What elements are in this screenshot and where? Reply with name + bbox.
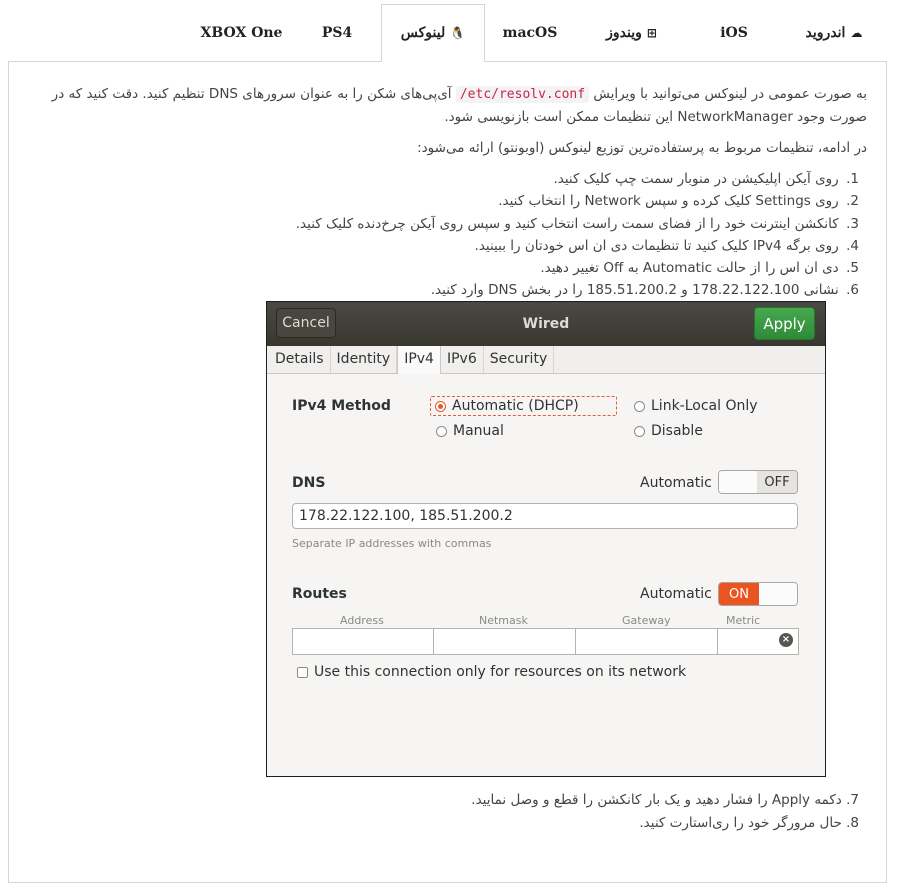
tab-label: iOS [720,24,748,41]
tab-ios[interactable]: iOS [683,4,790,61]
radio-icon [436,425,447,437]
window-titlebar: Cancel Wired Apply [267,302,825,346]
step-number: 6. [846,282,859,299]
tab-security[interactable]: Security [484,346,555,373]
only-resources-checkbox[interactable]: Use this connection only for resources o… [297,664,686,680]
routes-entry-row [292,628,799,655]
checkbox-icon [297,666,308,678]
route-address-input[interactable] [292,628,434,655]
method-manual-radio[interactable]: Manual [436,423,504,439]
step-text: دکمه Apply را فشار دهید و یک بار کانکشن … [471,792,842,808]
column-header-gateway: Gateway [622,614,671,627]
list-item: 4. روی برگه IPv4 کلیک کنید تا تنظیمات دی… [296,235,859,257]
list-item: 6. نشانی 178.22.122.100 و 185.51.200.2 ر… [296,279,859,301]
column-header-metric: Metric [726,614,761,627]
list-item: 7. دکمه Apply را فشار دهید و یک بار کانک… [471,789,859,812]
step-number: 4. [846,237,859,254]
radio-label: Manual [453,423,504,439]
distro-note: در ادامه، تنظیمات مربوط به پرستفاده‌ترین… [417,140,867,156]
android-icon: ☁ [850,25,863,40]
dns-automatic-label: Automatic [640,475,712,491]
radio-label: Link-Local Only [651,398,758,414]
column-header-address: Address [340,614,384,627]
tab-label: XBOX One [200,24,283,41]
step-number: 5. [846,260,859,277]
apply-button[interactable]: Apply [754,307,815,340]
toggle-knob [719,471,757,493]
checkbox-label: Use this connection only for resources o… [314,664,687,680]
column-header-netmask: Netmask [479,614,528,627]
tab-linux[interactable]: 🐧 لینوکس [381,4,485,62]
step-number: 2. [846,193,859,210]
step-text: حال مرورگر خود را ری‌استارت کنید. [639,814,842,831]
toggle-state: ON [719,583,759,605]
method-automatic-radio[interactable]: Automatic (DHCP) [430,396,617,416]
tab-label: اندروید [805,24,846,41]
cancel-button[interactable]: Cancel [276,308,336,338]
tab-ps4[interactable]: PS4 [293,4,381,61]
list-item: 5. دی ان اس را از حالت Automatic به Off … [296,257,859,279]
radio-icon [634,425,645,437]
method-disable-radio[interactable]: Disable [634,423,703,439]
tab-windows[interactable]: ⊞ ویندوز [580,4,683,61]
radio-label: Automatic (DHCP) [452,398,579,414]
routes-label: Routes [292,586,347,602]
windows-icon: ⊞ [646,25,657,40]
radio-label: Disable [651,423,703,439]
step-number: 8. [846,814,859,831]
step-text: نشانی 178.22.122.100 و 185.51.200.2 را د… [430,282,839,299]
tab-macos[interactable]: macOS [485,4,580,61]
tab-details[interactable]: Details [269,346,331,373]
intro-paragraph: به صورت عمومی در لینوکس می‌توانید با ویر… [27,83,867,128]
step-text: کانکشن اینترنت خود را از فضای سمت راست ا… [295,215,839,232]
ipv4-method-label: IPv4 Method [292,398,391,414]
routes-automatic-label: Automatic [640,586,712,602]
resolv-conf-code: /etc/resolv.conf [455,86,590,103]
dns-automatic-toggle[interactable]: OFF [718,470,798,494]
tab-label: لینوکس [400,25,446,41]
step-text: روی برگه IPv4 کلیک کنید تا تنظیمات دی ان… [474,237,839,254]
settings-tabs: Details Identity IPv4 IPv6 Security [267,346,825,374]
route-gateway-input[interactable] [575,628,718,655]
tab-label: macOS [502,24,558,41]
radio-selected-icon [435,400,446,412]
step-number: 3. [846,215,859,232]
steps-list: 1. روی آیکن اپلیکیشن در منوبار سمت چپ کل… [296,168,859,302]
radio-icon [634,400,645,412]
steps-list-continued: 7. دکمه Apply را فشار دهید و یک بار کانک… [471,789,859,834]
wired-settings-window: Cancel Wired Apply Details Identity IPv4… [266,301,826,777]
list-item: 8. حال مرورگر خود را ری‌استارت کنید. [471,812,859,835]
dns-label: DNS [292,475,326,491]
list-item: 3. کانکشن اینترنت خود را از فضای سمت راس… [296,213,859,235]
platform-tabs: ☁ اندروید iOS ⊞ ویندوز macOS 🐧 لینوکس PS… [190,4,878,62]
list-item: 2. روی Settings کلیک کرده و سپس Network … [296,190,859,212]
tab-android[interactable]: ☁ اندروید [790,4,878,61]
tab-identity[interactable]: Identity [331,346,398,373]
method-link-local-radio[interactable]: Link-Local Only [634,398,758,414]
clear-route-icon[interactable]: × [779,633,793,647]
dns-hint: Separate IP addresses with commas [292,537,492,550]
step-text: روی آیکن اپلیکیشن در منوبار سمت چپ کلیک … [553,171,839,187]
step-number: 7. [846,792,859,808]
tab-label: ویندوز [606,24,642,41]
dns-servers-input[interactable]: 178.22.122.100, 185.51.200.2 [292,503,798,529]
tab-ipv6[interactable]: IPv6 [441,346,484,373]
toggle-state: OFF [757,471,797,493]
tab-label: PS4 [321,24,353,41]
list-item: 1. روی آیکن اپلیکیشن در منوبار سمت چپ کل… [296,168,859,190]
intro-text: به صورت عمومی در لینوکس می‌توانید با ویر… [589,86,867,102]
tab-ipv4[interactable]: IPv4 [397,346,441,374]
route-netmask-input[interactable] [433,628,576,655]
toggle-knob [759,583,797,605]
ipv4-pane: IPv4 Method Automatic (DHCP) Link-Local … [267,374,825,776]
step-number: 1. [846,171,859,187]
linux-icon: 🐧 [450,26,466,40]
window-title: Wired [522,316,570,332]
routes-automatic-toggle[interactable]: ON [718,582,798,606]
step-text: دی ان اس را از حالت Automatic به Off تغی… [540,260,839,277]
step-text: روی Settings کلیک کرده و سپس Network را … [498,193,839,210]
tab-xbox[interactable]: XBOX One [190,4,293,61]
